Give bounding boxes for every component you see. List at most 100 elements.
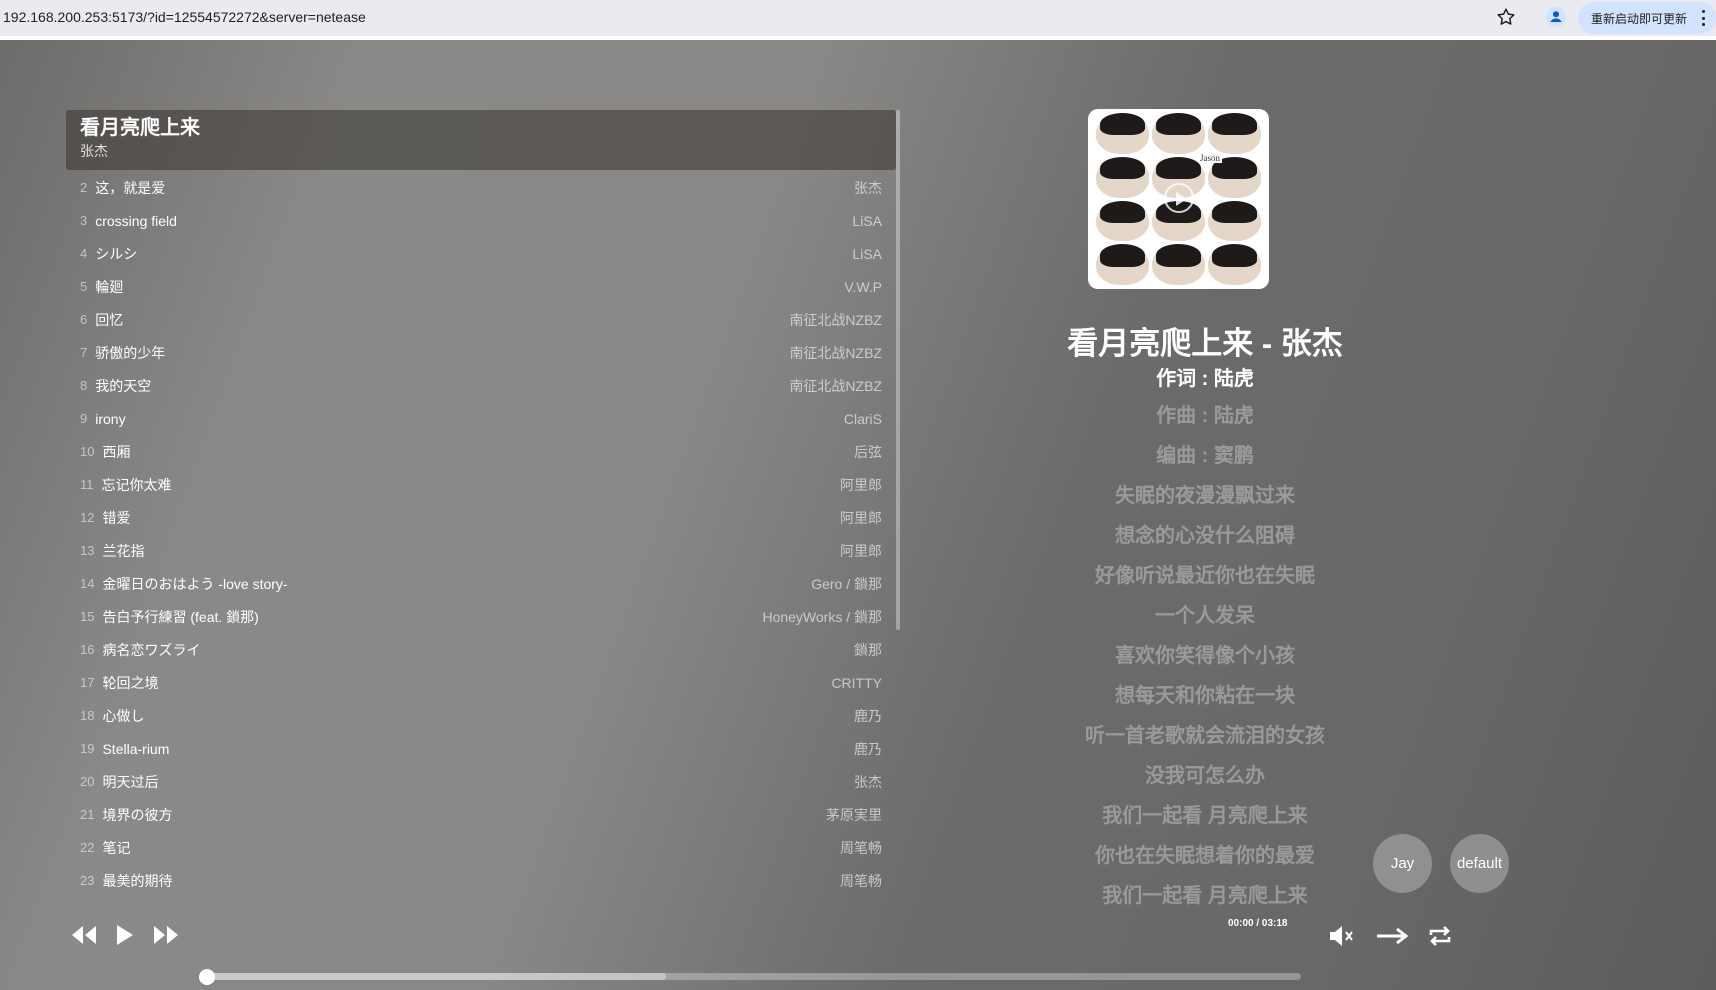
song-number: 12 xyxy=(80,510,95,525)
volume-muted-icon[interactable] xyxy=(1328,924,1354,953)
song-number: 2 xyxy=(80,180,88,195)
repeat-icon[interactable] xyxy=(1427,924,1453,953)
song-name: 輪廻 xyxy=(95,278,124,295)
lyric-line: 听一首老歌就会流泪的女孩 xyxy=(1085,725,1325,747)
song-name: irony xyxy=(95,410,126,427)
star-icon[interactable] xyxy=(1495,6,1517,28)
song-artist: 张杰 xyxy=(854,179,882,196)
song-item[interactable]: 23 最美的期待 周笔畅 xyxy=(66,864,896,894)
song-number: 18 xyxy=(80,708,95,723)
song-item[interactable]: 17 轮回之境 CRITTY xyxy=(66,666,896,699)
song-number: 10 xyxy=(80,444,95,459)
song-number: 9 xyxy=(80,411,88,426)
profile-icon[interactable] xyxy=(1545,6,1567,28)
play-icon[interactable] xyxy=(115,924,135,951)
song-item[interactable]: 13 兰花指 阿里郎 xyxy=(66,534,896,567)
song-item[interactable]: 21 境界の彼方 茅原実里 xyxy=(66,798,896,831)
cover-face xyxy=(1208,244,1261,285)
song-artist: 周笔畅 xyxy=(840,872,882,889)
song-item[interactable]: 8 我的天空 南征北战NZBZ xyxy=(66,369,896,402)
song-name: 心做し xyxy=(102,707,145,724)
lyric-line: 想念的心没什么阻碍 xyxy=(1115,525,1295,547)
song-artist: HoneyWorks / 鎖那 xyxy=(762,608,882,625)
song-item[interactable]: 18 心做し 鹿乃 xyxy=(66,699,896,732)
song-number: 13 xyxy=(80,543,95,558)
song-item[interactable]: 4 シルシ LiSA xyxy=(66,237,896,270)
song-number: 8 xyxy=(80,378,88,393)
song-number: 7 xyxy=(80,345,88,360)
song-number: 19 xyxy=(80,741,95,756)
album-cover[interactable]: Jason xyxy=(1088,109,1269,289)
arrow-right-icon[interactable] xyxy=(1375,926,1409,951)
song-name: 告白予行練習 (feat. 鎖那) xyxy=(102,608,259,625)
song-number: 11 xyxy=(80,477,94,492)
song-artist: LiSA xyxy=(852,245,882,262)
playlist[interactable]: 看月亮爬上来 张杰 2 这，就是爱 张杰 3 crossing field LiSA 4 シル… xyxy=(66,110,896,894)
song-artist: 周笔畅 xyxy=(840,839,882,856)
lyric-line: 一个人发呆 xyxy=(1155,605,1255,627)
lyric-line: 我们一起看 月亮爬上来 xyxy=(1102,885,1308,907)
lyrics-panel: 作词 : 陆虎 作曲 : 陆虎 编曲 : 窦鹏 失眠的夜漫漫飘过来 想念的心没什么阻碍好… xyxy=(1000,362,1410,932)
song-item[interactable]: 2 这，就是爱 张杰 xyxy=(66,171,896,204)
song-item[interactable]: 6 回忆 南征北战NZBZ xyxy=(66,303,896,336)
progress-bar[interactable] xyxy=(207,973,1301,980)
song-name: 错爱 xyxy=(102,509,131,526)
song-item[interactable]: 5 輪廻 V.W.P xyxy=(66,270,896,303)
song-artist: 阿里郎 xyxy=(840,509,882,526)
current-song-item[interactable]: 看月亮爬上来 张杰 xyxy=(66,110,896,170)
song-name: 明天过后 xyxy=(102,773,159,790)
update-label: 重新启动即可更新 xyxy=(1591,11,1688,26)
song-name: シルシ xyxy=(95,245,138,262)
song-item[interactable]: 10 西厢 后弦 xyxy=(66,435,896,468)
lyric-line: 失眠的夜漫漫飘过来 xyxy=(1115,485,1295,507)
song-artist: 鹿乃 xyxy=(854,707,882,724)
song-name: 回忆 xyxy=(95,311,124,328)
song-item[interactable]: 11 忘记你太难 阿里郎 xyxy=(66,468,896,501)
song-artist: ClariS xyxy=(843,410,882,427)
cover-face xyxy=(1096,200,1149,242)
cover-play-icon[interactable] xyxy=(1164,183,1194,213)
song-name: 金曜日のおはよう -love story- xyxy=(102,575,288,592)
theme-button-jay[interactable]: Jay xyxy=(1373,834,1432,893)
song-name: Stella-rium xyxy=(102,740,170,757)
time-display: 00:00 / 03:18 xyxy=(1228,918,1288,929)
song-item[interactable]: 15 告白予行練習 (feat. 鎖那) HoneyWorks / 鎖那 xyxy=(66,600,896,633)
song-number: 16 xyxy=(80,642,95,657)
song-item[interactable]: 3 crossing field LiSA xyxy=(66,204,896,237)
song-item[interactable]: 16 病名恋ワズライ 鎖那 xyxy=(66,633,896,666)
song-number: 15 xyxy=(80,609,95,624)
lyric-line: 想每天和你粘在一块 xyxy=(1115,685,1295,707)
song-number: 5 xyxy=(80,279,88,294)
rewind-icon[interactable] xyxy=(71,924,97,951)
song-item[interactable]: 19 Stella-rium 鹿乃 xyxy=(66,732,896,765)
cover-face xyxy=(1096,156,1149,198)
progress-buffer xyxy=(207,973,667,980)
song-item[interactable]: 20 明天过后 张杰 xyxy=(66,765,896,798)
fast-forward-icon[interactable] xyxy=(153,924,179,951)
song-item[interactable]: 12 错爱 阿里郎 xyxy=(66,501,896,534)
song-artist: 张杰 xyxy=(854,773,882,790)
song-item[interactable]: 22 笔记 周笔畅 xyxy=(66,831,896,864)
address-bar[interactable]: 192.168.200.253:5173/?id=12554572272&ser… xyxy=(3,9,366,25)
lyric-line: 编曲 : 窦鹏 xyxy=(1156,445,1254,467)
song-name: 轮回之境 xyxy=(102,674,159,691)
kebab-menu-icon[interactable] xyxy=(1702,10,1706,26)
song-name: 境界の彼方 xyxy=(102,806,173,823)
song-item[interactable]: 14 金曜日のおはよう -love story- Gero / 鎖那 xyxy=(66,567,896,600)
song-item[interactable]: 9 irony ClariS xyxy=(66,402,896,435)
update-button[interactable]: 重新启动即可更新 xyxy=(1578,2,1716,34)
song-number: 6 xyxy=(80,312,88,327)
song-artist: 阿里郎 xyxy=(840,542,882,559)
theme-button-default[interactable]: default xyxy=(1450,834,1509,893)
song-artist: 南征北战NZBZ xyxy=(789,311,882,328)
playlist-scrollbar[interactable] xyxy=(896,110,900,630)
song-number: 14 xyxy=(80,576,95,591)
browser-toolbar: 192.168.200.253:5173/?id=12554572272&ser… xyxy=(0,0,1716,36)
song-name: 西厢 xyxy=(102,443,131,460)
song-name: 忘记你太难 xyxy=(101,476,172,493)
song-number: 4 xyxy=(80,246,88,261)
song-item[interactable]: 7 骄傲的少年 南征北战NZBZ xyxy=(66,336,896,369)
song-artist: 鹿乃 xyxy=(854,740,882,757)
progress-handle[interactable] xyxy=(199,969,215,985)
cover-logo: Jason xyxy=(1198,153,1222,163)
